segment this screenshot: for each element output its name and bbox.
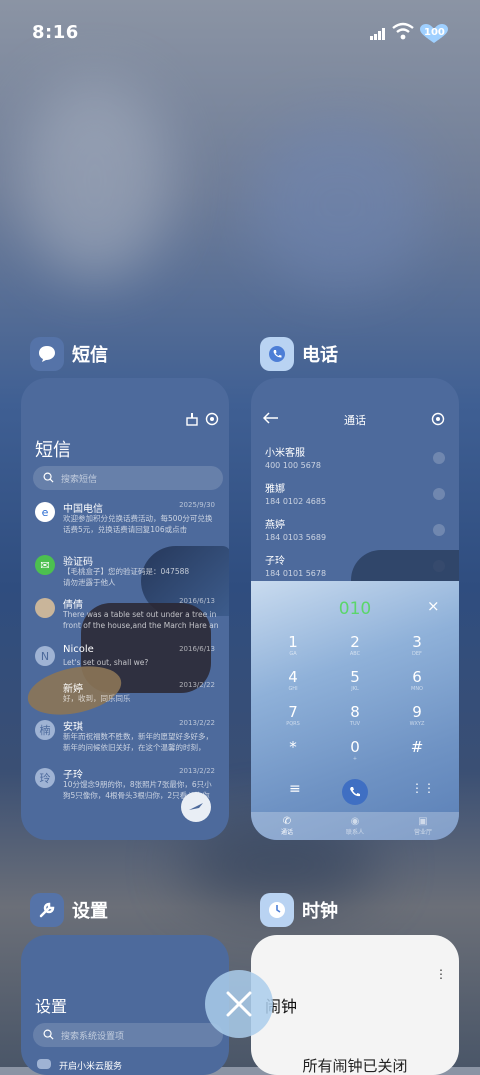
- battery-level: 100: [424, 27, 445, 38]
- phone-icon: [350, 787, 360, 797]
- avatar: 玲: [35, 768, 55, 788]
- app-header-phone: 电话: [260, 337, 338, 371]
- more-icon[interactable]: ⋮: [435, 967, 447, 981]
- gear-icon[interactable]: [205, 412, 219, 426]
- app-name: 短信: [72, 345, 108, 366]
- clock-time: 8:16: [32, 22, 79, 43]
- key-1[interactable]: 1 GA: [263, 633, 323, 657]
- background-blur: [250, 120, 430, 290]
- message-preview: 【毛桃盒子】您的验证码是：047588 请勿泄露于他人: [63, 567, 190, 587]
- tab-service[interactable]: ▣ 营业厅: [409, 816, 437, 836]
- battery-icon: 100: [418, 24, 450, 44]
- search-placeholder: 搜索系统设置项: [61, 1032, 125, 1042]
- list-item[interactable]: N Nicole 2016/6/13 Let's set out, shall …: [35, 644, 219, 680]
- message-icon: ✉: [35, 555, 55, 575]
- menu-icon[interactable]: ≡: [289, 781, 301, 797]
- key-3[interactable]: 3 DEF: [387, 633, 447, 657]
- tab-contacts[interactable]: ◉ 联系人: [341, 816, 369, 836]
- message-date: 2013/2/22: [179, 681, 215, 689]
- message-date: 2025/9/30: [179, 501, 215, 509]
- message-date: 2013/2/22: [179, 767, 215, 775]
- sms-app-icon: [30, 337, 64, 371]
- compose-button[interactable]: [181, 792, 211, 822]
- avatar: N: [35, 646, 55, 666]
- detail-icon[interactable]: [433, 452, 445, 464]
- settings-item-label[interactable]: 开启小米云服务: [59, 1059, 122, 1072]
- message-preview: 新年而祝福数不胜数，新年的愿望好多好多， 新年的问候依旧关好，在这个温馨的时刻，: [63, 732, 213, 752]
- app-name: 时钟: [302, 901, 338, 922]
- wifi-icon: [392, 22, 414, 40]
- message-date: 2016/6/13: [179, 597, 215, 605]
- key-6[interactable]: 6 MNO: [387, 668, 447, 692]
- list-item[interactable]: ✉ 验证码 【毛桃盒子】您的验证码是：047588 请勿泄露于他人: [35, 553, 219, 589]
- page-title: 设置: [35, 997, 68, 1016]
- dialpad-toggle-icon[interactable]: ⋮⋮: [411, 781, 435, 795]
- app-name: 设置: [72, 901, 108, 922]
- contact-row[interactable]: 小米客服 400 100 5678: [265, 444, 445, 478]
- call-button[interactable]: [342, 779, 368, 805]
- avatar: [35, 598, 55, 618]
- sms-app-card[interactable]: 短信 搜索短信 e 中国电信 2025/9/30 欢迎参加积分兑换话费活动，每5…: [21, 378, 229, 840]
- key-2[interactable]: 2 ABC: [325, 633, 385, 657]
- search-icon: [43, 472, 54, 483]
- settings-app-icon: [30, 893, 64, 927]
- key-7[interactable]: 7 PQRS: [263, 703, 323, 727]
- clear-all-button[interactable]: [205, 970, 273, 1038]
- delete-icon[interactable]: ×: [427, 597, 440, 615]
- key-hash[interactable]: #: [387, 738, 447, 756]
- search-icon: [43, 1029, 54, 1040]
- background-blur: [20, 80, 170, 280]
- message-preview: 好，收到，同乐同乐: [63, 694, 131, 703]
- app-name: 电话: [302, 345, 338, 366]
- message-preview: There was a table set out under a tree i…: [63, 610, 219, 630]
- dialpad-panel: 010 × 1 GA 2 ABC 3 DEF 4 GHI 5 JKL 6 MNO 7 PQRS…: [251, 581, 459, 840]
- settings-app-card[interactable]: 设置 搜索系统设置项 开启小米云服务: [21, 935, 229, 1075]
- app-header-sms: 短信: [30, 337, 108, 371]
- status-bar: 8:16 100: [0, 0, 480, 70]
- search-input[interactable]: 搜索系统设置项: [33, 1023, 223, 1047]
- key-0[interactable]: 0 +: [325, 738, 385, 762]
- key-4[interactable]: 4 GHI: [263, 668, 323, 692]
- bottom-tabs: ✆ 通话 ◉ 联系人 ▣ 营业厅: [251, 812, 459, 840]
- list-item[interactable]: 楠 安琪 2013/2/22 新年而祝福数不胜数，新年的愿望好多好多， 新年的问候…: [35, 718, 219, 754]
- list-item[interactable]: e 中国电信 2025/9/30 欢迎参加积分兑换话费活动，每500分可兑换 话费…: [35, 500, 219, 536]
- phone-app-icon: [260, 337, 294, 371]
- cloud-icon: [37, 1059, 51, 1069]
- detail-icon[interactable]: [433, 488, 445, 500]
- contact-row[interactable]: 雅娜 184 0102 4685: [265, 480, 445, 514]
- search-placeholder: 搜索短信: [61, 475, 98, 485]
- app-header-clock: 时钟: [260, 893, 338, 927]
- list-item[interactable]: 新婷 2013/2/22 好，收到，同乐同乐: [35, 680, 219, 716]
- key-5[interactable]: 5 JKL: [325, 668, 385, 692]
- cellular-signal-icon: [370, 28, 385, 40]
- key-9[interactable]: 9 WXYZ: [387, 703, 447, 727]
- sender-name: Nicole: [63, 644, 94, 655]
- key-8[interactable]: 8 TUV: [325, 703, 385, 727]
- clock-app-icon: [260, 893, 294, 927]
- message-preview: 欢迎参加积分兑换话费活动，每500分可兑换 话费5元，兑换话费请回复106或点击: [63, 514, 213, 534]
- detail-icon[interactable]: [433, 524, 445, 536]
- tab-calls[interactable]: ✆ 通话: [275, 816, 299, 836]
- clock-app-card[interactable]: ⋮ 闹钟 所有闹钟已关闭: [251, 935, 459, 1075]
- gear-icon[interactable]: [431, 412, 445, 426]
- page-title: 通话: [344, 414, 366, 427]
- phone-app-card[interactable]: 通话 小米客服 400 100 5678 雅娜 184 0102 4685 燕婷 18…: [251, 378, 459, 840]
- key-star[interactable]: *: [263, 738, 323, 756]
- page-title: 短信: [35, 440, 71, 461]
- compose-icon: [189, 803, 203, 810]
- message-date: 2013/2/22: [179, 719, 215, 727]
- contact-row[interactable]: 燕婷 184 0103 5689: [265, 516, 445, 550]
- alarm-status: 所有闹钟已关闭: [302, 1057, 408, 1075]
- search-input[interactable]: 搜索短信: [33, 466, 223, 490]
- app-header-settings: 设置: [30, 893, 108, 927]
- message-date: 2016/6/13: [179, 645, 215, 653]
- avatar: 楠: [35, 720, 55, 740]
- china-telecom-logo: e: [35, 502, 55, 522]
- close-icon: [226, 991, 252, 1017]
- clean-icon[interactable]: [185, 412, 199, 426]
- message-preview: Let's set out, shall we?: [63, 658, 149, 667]
- list-item[interactable]: 倩倩 2016/6/13 There was a table set out u…: [35, 596, 219, 632]
